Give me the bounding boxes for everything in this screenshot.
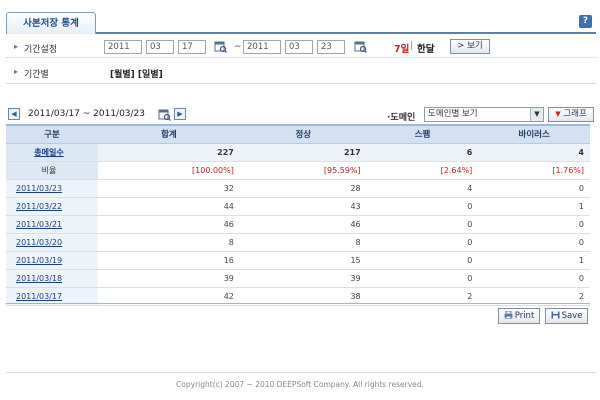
cell-normal: 8 xyxy=(239,233,367,252)
domain-select-value: 도메인별 보기 xyxy=(428,109,478,119)
start-month-input[interactable] xyxy=(146,40,174,54)
period-setting-row: 기간설정 ~ 7일 | 한달 > 보기 xyxy=(6,36,596,58)
cell-normal: 28 xyxy=(239,179,367,198)
cell-spam: 0 xyxy=(366,233,479,252)
footer-divider xyxy=(6,372,596,373)
cell-normal: 15 xyxy=(239,251,367,270)
date-range-separator: ~ xyxy=(234,42,242,52)
col-normal: 정상 xyxy=(239,124,367,144)
cell-spam: 0 xyxy=(366,197,479,216)
date-link[interactable]: 2011/03/19 xyxy=(16,256,62,265)
graph-button[interactable]: ▼ 그래프 xyxy=(548,107,594,122)
period-setting-label: 기간설정 xyxy=(14,42,57,55)
ratio-spam: [2.64%] xyxy=(366,161,479,180)
end-month-input[interactable] xyxy=(285,40,313,54)
view-button[interactable]: > 보기 xyxy=(450,39,490,54)
quick-month-link[interactable]: 한달 xyxy=(417,41,434,55)
filter-panel: 기간설정 ~ 7일 | 한달 > 보기 기간별 [월별] [일별] xyxy=(6,36,596,84)
table-header-row: 구분 합계 정상 스팸 바이러스 xyxy=(6,124,590,144)
help-icon[interactable]: ? xyxy=(579,15,592,28)
cell-sum: 39 xyxy=(98,269,240,288)
cell-spam: 4 xyxy=(366,179,479,198)
tab-copy-storage-stats[interactable]: 사본저장 통계 xyxy=(6,12,96,34)
date-link[interactable]: 2011/03/18 xyxy=(16,274,62,283)
end-day-input[interactable] xyxy=(317,40,345,54)
cell-normal: 43 xyxy=(239,197,367,216)
cell-sum: 44 xyxy=(98,197,240,216)
col-virus: 바이러스 xyxy=(478,124,590,144)
table-row: 2011/03/21 46 46 0 0 xyxy=(6,215,590,234)
table-row: 2011/03/18 39 39 0 0 xyxy=(6,269,590,288)
total-mail-link[interactable]: 총메일수 xyxy=(34,148,63,157)
cell-virus: 0 xyxy=(478,179,590,198)
print-button[interactable]: Print xyxy=(498,308,540,324)
table-row: 2011/03/22 44 43 0 1 xyxy=(6,197,590,216)
domain-select[interactable]: 도메인별 보기 ▼ xyxy=(424,107,544,122)
floppy-disk-icon xyxy=(551,311,560,319)
cell-virus: 0 xyxy=(478,233,590,252)
cell-virus: 1 xyxy=(478,197,590,216)
copyright-text: Copyright(c) 2007 ~ 2010 DEEPSoft Compan… xyxy=(176,380,424,389)
cell-virus: 0 xyxy=(478,215,590,234)
cell-sum: 46 xyxy=(98,215,240,234)
quick-7days-link[interactable]: 7일 xyxy=(394,41,409,55)
range-calendar-icon[interactable] xyxy=(158,108,171,121)
period-type-links[interactable]: [월별] [일별] xyxy=(110,67,163,80)
cell-virus: 1 xyxy=(478,251,590,270)
cell-normal: 39 xyxy=(239,269,367,288)
cell-sum: 16 xyxy=(98,251,240,270)
quick-link-separator: | xyxy=(410,41,414,51)
save-button-label: Save xyxy=(561,311,583,321)
triangle-down-icon: ▼ xyxy=(555,110,561,118)
chevron-down-icon: ▼ xyxy=(530,108,543,121)
cell-virus: 0 xyxy=(478,269,590,288)
next-range-button[interactable]: ▶ xyxy=(174,108,186,120)
cell-spam: 0 xyxy=(366,269,479,288)
col-spam: 스팸 xyxy=(366,124,479,144)
tab-bar: 사본저장 통계 ? xyxy=(6,12,596,34)
cell-sum: 32 xyxy=(98,179,240,198)
date-range-text: 2011/03/17 ~ 2011/03/23 xyxy=(28,109,146,119)
mail-stats-table: 구분 합계 정상 스팸 바이러스 총메일수 227 217 6 4 비율 [10… xyxy=(6,124,590,306)
total-normal: 217 xyxy=(239,143,367,162)
table-row: 2011/03/19 16 15 0 1 xyxy=(6,251,590,270)
total-spam: 6 xyxy=(366,143,479,162)
start-day-input[interactable] xyxy=(178,40,206,54)
period-type-row: 기간별 [월별] [일별] xyxy=(6,61,596,83)
ratio-label: 비율 xyxy=(6,161,98,180)
prev-range-button[interactable]: ◀ xyxy=(8,108,20,120)
table-bottom-border xyxy=(6,303,590,304)
date-link[interactable]: 2011/03/23 xyxy=(16,184,62,193)
print-button-label: Print xyxy=(514,311,535,321)
total-row: 총메일수 227 217 6 4 xyxy=(6,143,590,162)
save-button[interactable]: Save xyxy=(545,308,588,324)
date-link[interactable]: 2011/03/20 xyxy=(16,238,62,247)
period-type-label: 기간별 xyxy=(14,67,49,80)
ratio-normal: [95.59%] xyxy=(239,161,367,180)
cell-spam: 0 xyxy=(366,215,479,234)
printer-icon xyxy=(504,311,513,319)
cell-sum: 8 xyxy=(98,233,240,252)
date-link[interactable]: 2011/03/22 xyxy=(16,202,62,211)
start-year-input[interactable] xyxy=(104,40,142,54)
ratio-row: 비율 [100.00%] [95.59%] [2.64%] [1.76%] xyxy=(6,161,590,180)
total-virus: 4 xyxy=(478,143,590,162)
total-sum: 227 xyxy=(98,143,240,162)
end-calendar-icon[interactable] xyxy=(354,40,367,53)
date-link[interactable]: 2011/03/17 xyxy=(16,292,62,301)
ratio-sum: [100.00%] xyxy=(98,161,240,180)
graph-button-label: 그래프 xyxy=(563,109,587,119)
col-category: 구분 xyxy=(6,124,98,144)
end-year-input[interactable] xyxy=(243,40,281,54)
date-link[interactable]: 2011/03/21 xyxy=(16,220,62,229)
range-nav-row: ◀ 2011/03/17 ~ 2011/03/23 ▶ 도메인 도메인별 보기 … xyxy=(6,106,596,124)
col-total: 합계 xyxy=(98,124,240,144)
ratio-virus: [1.76%] xyxy=(478,161,590,180)
domain-label: 도메인 xyxy=(387,110,415,123)
cell-spam: 0 xyxy=(366,251,479,270)
cell-normal: 46 xyxy=(239,215,367,234)
start-calendar-icon[interactable] xyxy=(214,40,227,53)
table-row: 2011/03/23 32 28 4 0 xyxy=(6,179,590,198)
table-row: 2011/03/20 8 8 0 0 xyxy=(6,233,590,252)
